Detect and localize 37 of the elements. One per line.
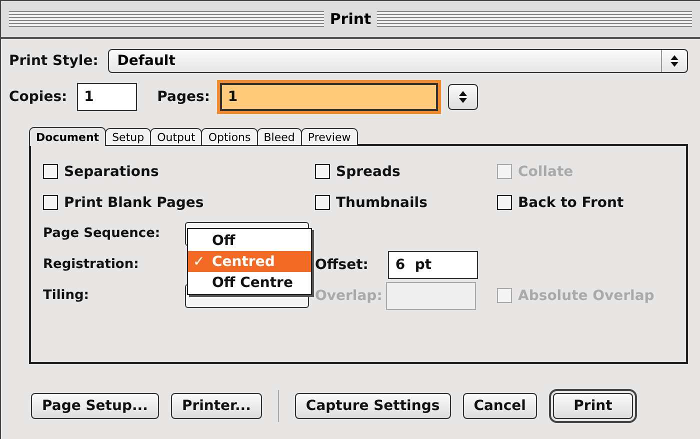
checkbox-label: Separations — [64, 164, 159, 180]
checkbox-label: Collate — [518, 164, 574, 180]
pages-field[interactable]: 1 — [220, 83, 438, 111]
tab[interactable]: Document — [29, 127, 106, 146]
checkbox[interactable] — [315, 195, 330, 210]
dialog-button[interactable]: Printer... — [170, 393, 262, 419]
tab[interactable]: Setup — [105, 128, 152, 146]
checkbox-label: Print Blank Pages — [64, 194, 204, 210]
checkbox[interactable] — [315, 164, 330, 179]
registration-label: Registration: — [43, 257, 140, 272]
offset-field[interactable]: 6 pt — [388, 250, 478, 278]
offset-label: Offset: — [315, 256, 368, 272]
tab[interactable]: Bleed — [256, 128, 302, 146]
print-style-popup[interactable]: Default — [108, 49, 688, 73]
checkbox-label: Back to Front — [518, 194, 624, 210]
copies-label: Copies: — [9, 89, 68, 105]
dialog-button[interactable]: Capture Settings — [294, 393, 451, 419]
tab[interactable]: Preview — [300, 128, 358, 146]
checkbox[interactable] — [43, 195, 58, 210]
print-style-label: Print Style: — [9, 53, 98, 69]
checkbox-label: Spreads — [336, 164, 400, 180]
dialog-button[interactable]: Cancel — [462, 393, 537, 419]
overlap-label: Overlap: — [315, 288, 382, 304]
page-sequence-label: Page Sequence: — [43, 226, 162, 241]
checkbox[interactable] — [43, 164, 58, 179]
checkbox[interactable] — [497, 195, 512, 210]
tab[interactable]: Options — [201, 128, 258, 146]
up-down-arrows-icon — [456, 90, 469, 104]
checkbox-label: Absolute Overlap — [518, 288, 654, 304]
copies-field[interactable]: 1 — [77, 83, 138, 111]
checkbox-label: Thumbnails — [336, 194, 428, 210]
window-title: Print — [330, 10, 372, 28]
tab[interactable]: Output — [150, 128, 202, 146]
dialog-button[interactable]: Page Setup... — [31, 393, 159, 419]
pages-stepper[interactable] — [448, 84, 478, 110]
tiling-label: Tiling: — [43, 288, 90, 303]
pages-label: Pages: — [157, 89, 210, 105]
